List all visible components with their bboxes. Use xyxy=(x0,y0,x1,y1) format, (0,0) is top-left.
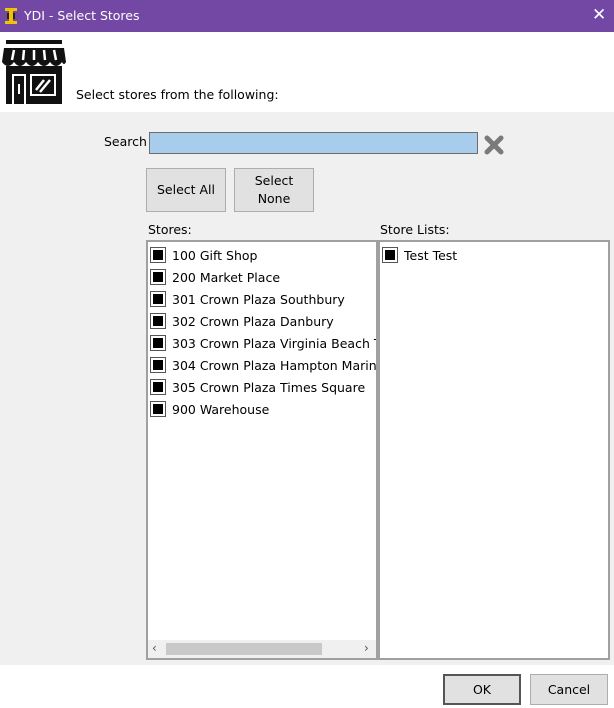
checkbox[interactable] xyxy=(150,357,166,373)
stores-list[interactable]: 100 Gift Shop 200 Market Place 301 Crown… xyxy=(146,240,378,660)
search-input[interactable] xyxy=(149,132,478,154)
store-item-label: 200 Market Place xyxy=(172,269,281,285)
instruction-text: Select stores from the following: xyxy=(76,87,279,102)
select-all-button[interactable]: Select All xyxy=(146,168,226,212)
store-item[interactable]: 302 Crown Plaza Danbury xyxy=(150,310,334,332)
dialog-footer: OK Cancel xyxy=(0,665,614,708)
store-item-label: 304 Crown Plaza Hampton Marina xyxy=(172,357,378,373)
checkbox[interactable] xyxy=(150,401,166,417)
checkbox[interactable] xyxy=(382,247,398,263)
store-list-item-label: Test Test xyxy=(404,247,458,263)
horizontal-scrollbar[interactable]: ‹ › xyxy=(148,640,376,658)
app-icon xyxy=(5,8,17,24)
clear-x-icon[interactable] xyxy=(483,134,505,156)
store-item[interactable]: 305 Crown Plaza Times Square xyxy=(150,376,365,398)
stores-label: Stores: xyxy=(148,222,192,237)
store-item-label: 100 Gift Shop xyxy=(172,247,258,263)
store-list-item[interactable]: Test Test xyxy=(382,244,457,266)
store-lists-label: Store Lists: xyxy=(380,222,450,237)
store-item-label: 305 Crown Plaza Times Square xyxy=(172,379,366,395)
title-bar[interactable]: YDI - Select Stores ✕ xyxy=(0,0,614,32)
cancel-button[interactable]: Cancel xyxy=(530,674,608,705)
window-title: YDI - Select Stores xyxy=(24,8,140,23)
scroll-right-icon[interactable]: › xyxy=(364,641,369,655)
store-icon xyxy=(2,40,66,104)
checkbox[interactable] xyxy=(150,247,166,263)
store-item[interactable]: 900 Warehouse xyxy=(150,398,269,420)
ok-button[interactable]: OK xyxy=(443,674,521,705)
checkbox[interactable] xyxy=(150,291,166,307)
store-item[interactable]: 200 Market Place xyxy=(150,266,280,288)
select-none-button[interactable]: Select None xyxy=(234,168,314,212)
search-label: Search xyxy=(104,134,147,149)
scrollbar-thumb[interactable] xyxy=(166,643,322,655)
store-item-label: 302 Crown Plaza Danbury xyxy=(172,313,334,329)
store-item[interactable]: 304 Crown Plaza Hampton Marina xyxy=(150,354,378,376)
store-item[interactable]: 303 Crown Plaza Virginia Beach Tow xyxy=(150,332,378,354)
content-panel: Search Select All Select None Stores: St… xyxy=(0,112,614,665)
store-lists-list[interactable]: Test Test xyxy=(378,240,610,660)
store-item[interactable]: 301 Crown Plaza Southbury xyxy=(150,288,345,310)
store-item-label: 303 Crown Plaza Virginia Beach Tow xyxy=(172,335,378,351)
scroll-left-icon[interactable]: ‹ xyxy=(152,641,157,655)
store-item[interactable]: 100 Gift Shop xyxy=(150,244,258,266)
close-icon[interactable]: ✕ xyxy=(592,5,606,25)
store-item-label: 900 Warehouse xyxy=(172,401,270,417)
checkbox[interactable] xyxy=(150,269,166,285)
checkbox[interactable] xyxy=(150,335,166,351)
checkbox[interactable] xyxy=(150,313,166,329)
checkbox[interactable] xyxy=(150,379,166,395)
dialog-header: Select stores from the following: xyxy=(0,32,614,112)
store-item-label: 301 Crown Plaza Southbury xyxy=(172,291,345,307)
